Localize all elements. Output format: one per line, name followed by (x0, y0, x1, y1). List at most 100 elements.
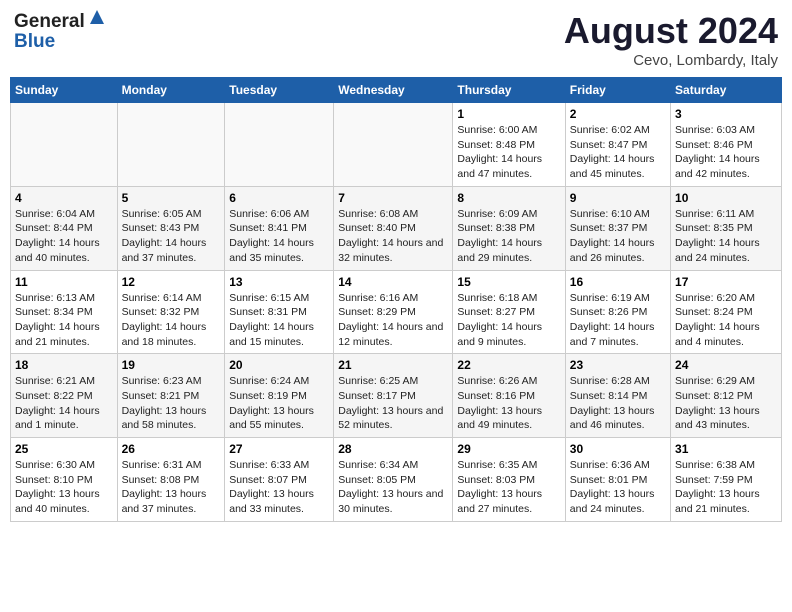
table-row: 21 Sunrise: 6:25 AM Sunset: 8:17 PM Dayli… (334, 354, 453, 438)
calendar-subtitle: Cevo, Lombardy, Italy (564, 52, 778, 69)
day-details: Sunrise: 6:26 AM Sunset: 8:16 PM Dayligh… (457, 374, 560, 433)
logo-blue-text: Blue (14, 31, 55, 52)
calendar-week-row: 11 Sunrise: 6:13 AM Sunset: 8:34 PM Dayli… (11, 270, 782, 354)
header-wednesday: Wednesday (334, 78, 453, 103)
day-details: Sunrise: 6:13 AM Sunset: 8:34 PM Dayligh… (15, 291, 113, 350)
table-row: 31Sunrise: 6:38 AM Sunset: 7:59 PM Dayli… (671, 438, 782, 522)
day-number: 23 (570, 358, 666, 372)
day-details: Sunrise: 6:36 AM Sunset: 8:01 PM Dayligh… (570, 458, 666, 517)
header-monday: Monday (117, 78, 225, 103)
table-row: 9 Sunrise: 6:10 AM Sunset: 8:37 PM Daylig… (565, 186, 670, 270)
table-row: 3 Sunrise: 6:03 AM Sunset: 8:46 PM Daylig… (671, 103, 782, 187)
calendar-week-row: 1 Sunrise: 6:00 AM Sunset: 8:48 PM Daylig… (11, 103, 782, 187)
day-details: Sunrise: 6:03 AM Sunset: 8:46 PM Dayligh… (675, 123, 777, 182)
table-row: 25Sunrise: 6:30 AM Sunset: 8:10 PM Dayli… (11, 438, 118, 522)
table-row: 1 Sunrise: 6:00 AM Sunset: 8:48 PM Daylig… (453, 103, 565, 187)
day-details: Sunrise: 6:29 AM Sunset: 8:12 PM Dayligh… (675, 374, 777, 433)
table-row: 8Sunrise: 6:09 AM Sunset: 8:38 PM Daylig… (453, 186, 565, 270)
day-details: Sunrise: 6:02 AM Sunset: 8:47 PM Dayligh… (570, 123, 666, 182)
day-details: Sunrise: 6:18 AM Sunset: 8:27 PM Dayligh… (457, 291, 560, 350)
table-row: 22 Sunrise: 6:26 AM Sunset: 8:16 PM Dayli… (453, 354, 565, 438)
calendar-week-row: 25Sunrise: 6:30 AM Sunset: 8:10 PM Dayli… (11, 438, 782, 522)
table-row (117, 103, 225, 187)
day-details: Sunrise: 6:05 AM Sunset: 8:43 PM Dayligh… (122, 207, 221, 266)
table-row: 19 Sunrise: 6:23 AM Sunset: 8:21 PM Dayli… (117, 354, 225, 438)
day-number: 30 (570, 442, 666, 456)
table-row: 4Sunrise: 6:04 AM Sunset: 8:44 PM Daylig… (11, 186, 118, 270)
header-tuesday: Tuesday (225, 78, 334, 103)
table-row: 6 Sunrise: 6:06 AM Sunset: 8:41 PM Daylig… (225, 186, 334, 270)
table-row: 16 Sunrise: 6:19 AM Sunset: 8:26 PM Dayli… (565, 270, 670, 354)
day-number: 1 (457, 107, 560, 121)
day-number: 16 (570, 275, 666, 289)
day-number: 18 (15, 358, 113, 372)
calendar-title: August 2024 (564, 10, 778, 52)
day-details: Sunrise: 6:31 AM Sunset: 8:08 PM Dayligh… (122, 458, 221, 517)
day-number: 20 (229, 358, 329, 372)
logo: General Blue (14, 10, 106, 51)
day-number: 6 (229, 191, 329, 205)
table-row: 13 Sunrise: 6:15 AM Sunset: 8:31 PM Dayli… (225, 270, 334, 354)
table-row: 11 Sunrise: 6:13 AM Sunset: 8:34 PM Dayli… (11, 270, 118, 354)
table-row: 15 Sunrise: 6:18 AM Sunset: 8:27 PM Dayli… (453, 270, 565, 354)
day-number: 29 (457, 442, 560, 456)
day-number: 26 (122, 442, 221, 456)
day-details: Sunrise: 6:08 AM Sunset: 8:40 PM Dayligh… (338, 207, 448, 266)
day-number: 4 (15, 191, 113, 205)
table-row: 23 Sunrise: 6:28 AM Sunset: 8:14 PM Dayli… (565, 354, 670, 438)
table-row: 20 Sunrise: 6:24 AM Sunset: 8:19 PM Dayli… (225, 354, 334, 438)
day-number: 24 (675, 358, 777, 372)
day-number: 19 (122, 358, 221, 372)
day-details: Sunrise: 6:21 AM Sunset: 8:22 PM Dayligh… (15, 374, 113, 433)
table-row: 28 Sunrise: 6:34 AM Sunset: 8:05 PM Dayli… (334, 438, 453, 522)
day-details: Sunrise: 6:16 AM Sunset: 8:29 PM Dayligh… (338, 291, 448, 350)
header-sunday: Sunday (11, 78, 118, 103)
day-number: 5 (122, 191, 221, 205)
table-row: 29Sunrise: 6:35 AM Sunset: 8:03 PM Dayli… (453, 438, 565, 522)
logo-arrow-icon (88, 8, 106, 30)
day-details: Sunrise: 6:10 AM Sunset: 8:37 PM Dayligh… (570, 207, 666, 266)
day-details: Sunrise: 6:25 AM Sunset: 8:17 PM Dayligh… (338, 374, 448, 433)
header-thursday: Thursday (453, 78, 565, 103)
table-row: 2Sunrise: 6:02 AM Sunset: 8:47 PM Daylig… (565, 103, 670, 187)
day-details: Sunrise: 6:06 AM Sunset: 8:41 PM Dayligh… (229, 207, 329, 266)
day-details: Sunrise: 6:11 AM Sunset: 8:35 PM Dayligh… (675, 207, 777, 266)
day-number: 27 (229, 442, 329, 456)
day-number: 15 (457, 275, 560, 289)
calendar-week-row: 4Sunrise: 6:04 AM Sunset: 8:44 PM Daylig… (11, 186, 782, 270)
day-details: Sunrise: 6:33 AM Sunset: 8:07 PM Dayligh… (229, 458, 329, 517)
day-number: 22 (457, 358, 560, 372)
day-details: Sunrise: 6:24 AM Sunset: 8:19 PM Dayligh… (229, 374, 329, 433)
day-details: Sunrise: 6:20 AM Sunset: 8:24 PM Dayligh… (675, 291, 777, 350)
day-details: Sunrise: 6:00 AM Sunset: 8:48 PM Dayligh… (457, 123, 560, 182)
day-number: 14 (338, 275, 448, 289)
day-number: 12 (122, 275, 221, 289)
table-row: 7Sunrise: 6:08 AM Sunset: 8:40 PM Daylig… (334, 186, 453, 270)
day-details: Sunrise: 6:34 AM Sunset: 8:05 PM Dayligh… (338, 458, 448, 517)
table-row: 14 Sunrise: 6:16 AM Sunset: 8:29 PM Dayli… (334, 270, 453, 354)
day-number: 8 (457, 191, 560, 205)
table-row (334, 103, 453, 187)
header-row: Sunday Monday Tuesday Wednesday Thursday… (11, 78, 782, 103)
day-number: 21 (338, 358, 448, 372)
day-number: 25 (15, 442, 113, 456)
day-number: 3 (675, 107, 777, 121)
day-number: 28 (338, 442, 448, 456)
table-row: 12 Sunrise: 6:14 AM Sunset: 8:32 PM Dayli… (117, 270, 225, 354)
header: General Blue August 2024 Cevo, Lombardy,… (10, 10, 782, 69)
day-details: Sunrise: 6:15 AM Sunset: 8:31 PM Dayligh… (229, 291, 329, 350)
table-row: 10Sunrise: 6:11 AM Sunset: 8:35 PM Dayli… (671, 186, 782, 270)
day-details: Sunrise: 6:28 AM Sunset: 8:14 PM Dayligh… (570, 374, 666, 433)
table-row: 24 Sunrise: 6:29 AM Sunset: 8:12 PM Dayli… (671, 354, 782, 438)
day-number: 13 (229, 275, 329, 289)
day-number: 11 (15, 275, 113, 289)
logo-general-text: General (14, 12, 85, 31)
day-details: Sunrise: 6:19 AM Sunset: 8:26 PM Dayligh… (570, 291, 666, 350)
day-number: 31 (675, 442, 777, 456)
day-number: 9 (570, 191, 666, 205)
table-row: 5 Sunrise: 6:05 AM Sunset: 8:43 PM Daylig… (117, 186, 225, 270)
table-row: 17Sunrise: 6:20 AM Sunset: 8:24 PM Dayli… (671, 270, 782, 354)
day-details: Sunrise: 6:23 AM Sunset: 8:21 PM Dayligh… (122, 374, 221, 433)
header-friday: Friday (565, 78, 670, 103)
day-details: Sunrise: 6:14 AM Sunset: 8:32 PM Dayligh… (122, 291, 221, 350)
